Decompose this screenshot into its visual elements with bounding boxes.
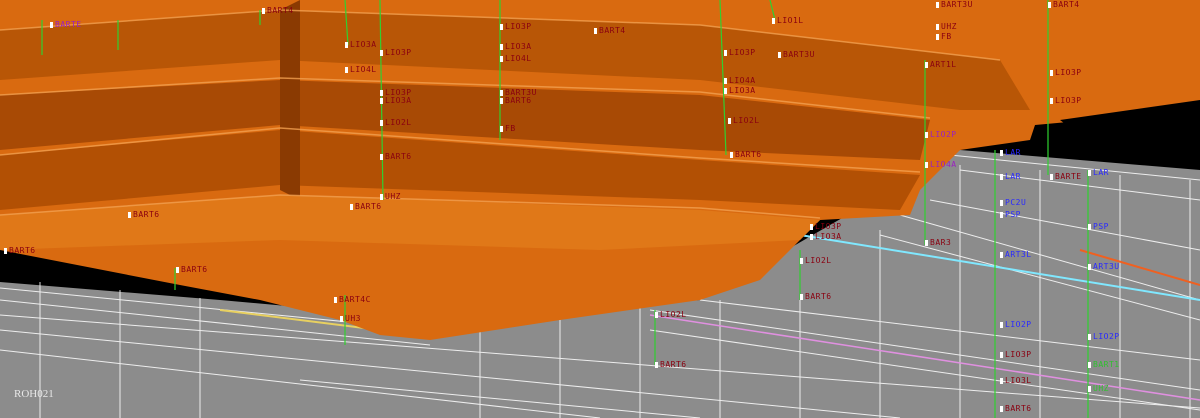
3d-viewport[interactable]: BART4 LIO3A LIO3P LIO4L LIO3P LIO3A LIO4…	[0, 0, 1200, 418]
drillhole-label: UH3	[340, 314, 361, 323]
drillhole-label: LIO2L	[728, 116, 760, 125]
drillhole-label: BART6	[655, 360, 687, 369]
drillhole-label: PSP	[1000, 210, 1021, 219]
drillhole-label: LIO3P	[380, 48, 412, 57]
drillhole-label: LIO3P	[500, 22, 532, 31]
drillhole-label: LIO3A	[724, 86, 756, 95]
drillhole-label: BART6	[730, 150, 762, 159]
drillhole-label: BART4C	[334, 295, 371, 304]
drillhole-label: BART6	[4, 246, 36, 255]
drillhole-label: LAR	[1000, 172, 1021, 181]
drillhole-label: LIO3P	[724, 48, 756, 57]
drillhole-label: LIO1L	[772, 16, 804, 25]
drillhole-label: BART6	[128, 210, 160, 219]
drillhole-label: BART6	[1000, 404, 1032, 413]
drillhole-label: BART4	[594, 26, 626, 35]
drillhole-label: BART6	[380, 152, 412, 161]
drillhole-label: BART4	[1048, 0, 1080, 9]
drillhole-label: BART6	[350, 202, 382, 211]
drillhole-label: BART6	[500, 96, 532, 105]
drillhole-label: LIO2P	[1000, 320, 1032, 329]
drillhole-label: LIO3P	[1050, 68, 1082, 77]
drillhole-label: UHZ	[380, 192, 401, 201]
drillhole-label: PSP	[1088, 222, 1109, 231]
drillhole-label: PC2U	[1000, 198, 1026, 207]
drillhole-label: LAR	[1088, 168, 1109, 177]
drillhole-label: BART6	[176, 265, 208, 274]
drillhole-label: LIO3L	[1000, 376, 1032, 385]
drillhole-label: ART3L	[1000, 250, 1032, 259]
drillhole-label: LIO4A	[724, 76, 756, 85]
drillhole-label: LAR	[1000, 148, 1021, 157]
drillhole-label: LIO4L	[500, 54, 532, 63]
drillhole-label: FB	[500, 124, 516, 133]
drillhole-label: LIO3P	[1000, 350, 1032, 359]
drillhole-label: BARTE	[50, 20, 82, 29]
drillhole-label: LIO3A	[345, 40, 377, 49]
drillhole-label: LIO2P	[925, 130, 957, 139]
drillhole-label: LIO2L	[800, 256, 832, 265]
drillhole-label: LIO2P	[1088, 332, 1120, 341]
drillhole-label: BART3U	[936, 0, 973, 9]
drillhole-label: LIO3A	[810, 232, 842, 241]
drillhole-label: LIO3P	[1050, 96, 1082, 105]
drillhole-label: LIO3A	[500, 42, 532, 51]
drillhole-label: LIO3P	[810, 222, 842, 231]
drillhole-label: UHZ	[1088, 384, 1109, 393]
view-name-label: ROH021	[14, 388, 54, 400]
drillhole-label: LIO3A	[380, 96, 412, 105]
drillhole-label: BART1	[1088, 360, 1120, 369]
drillhole-label: FB	[936, 32, 952, 41]
drillhole-label: LIO2L	[380, 118, 412, 127]
drillhole-label: ART1L	[925, 60, 957, 69]
drillhole-label: LIO2L	[655, 310, 687, 319]
drillhole-label: BAR3	[925, 238, 951, 247]
drillhole-label: BARTE	[1050, 172, 1082, 181]
drillhole-label: BART6	[800, 292, 832, 301]
drillhole-label: ART3U	[1088, 262, 1120, 271]
drillhole-label: LIO4L	[345, 65, 377, 74]
drillhole-label: BART3U	[778, 50, 815, 59]
drillhole-label: BART4	[262, 6, 294, 15]
drillhole-label: UHZ	[936, 22, 957, 31]
drillhole-label: LIO4A	[925, 160, 957, 169]
